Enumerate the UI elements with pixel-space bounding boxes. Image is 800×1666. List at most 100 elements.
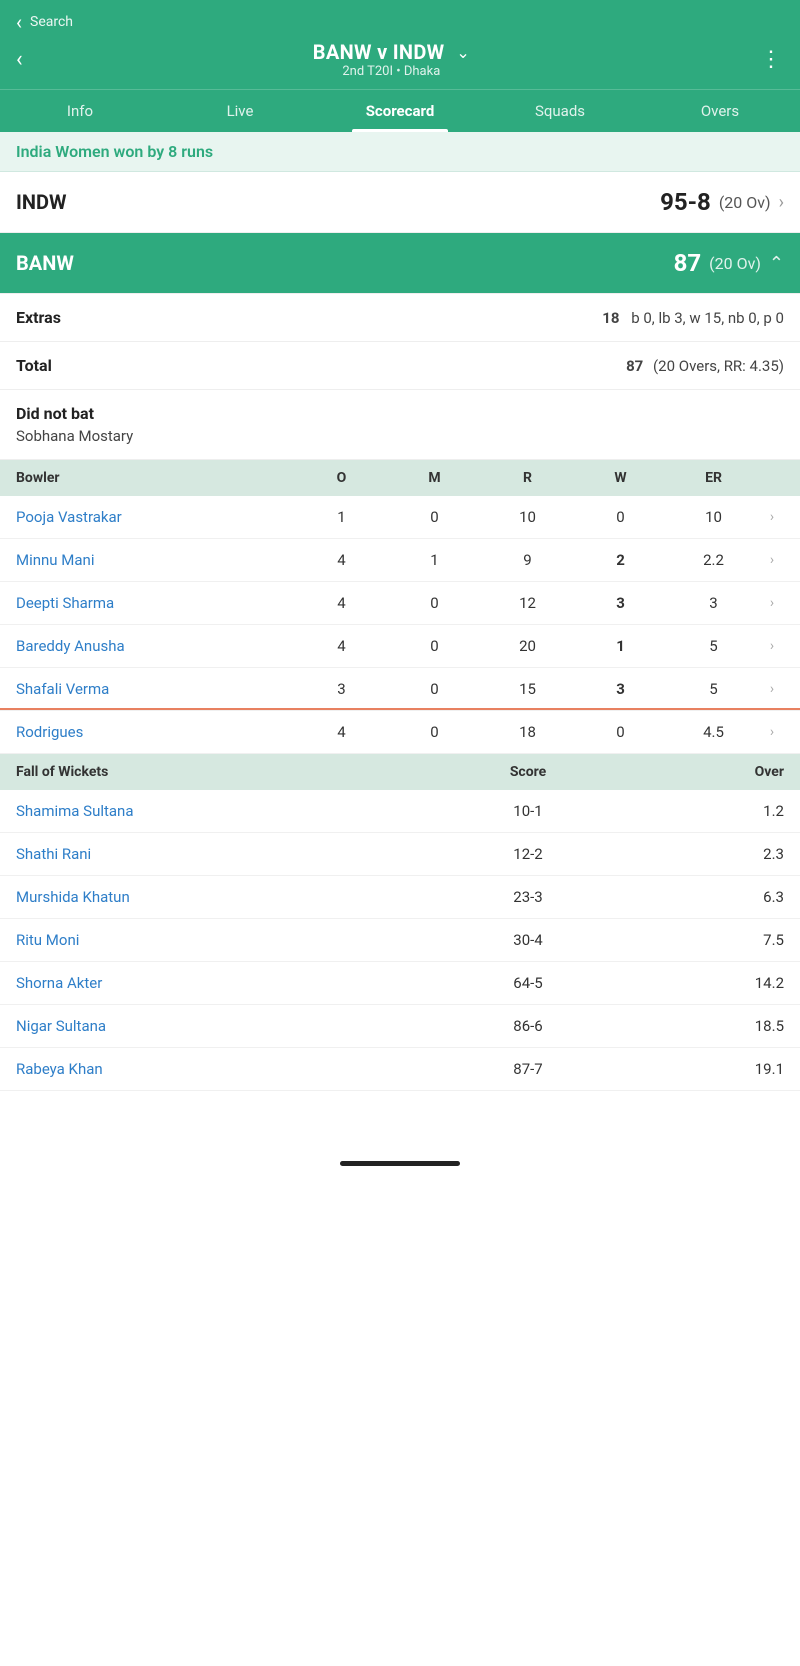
nav-tabs: Info Live Scorecard Squads Overs — [0, 89, 800, 132]
fow-player-3[interactable]: Ritu Moni — [16, 931, 400, 949]
search-link[interactable]: Search — [30, 14, 73, 30]
result-banner: India Women won by 8 runs — [0, 132, 800, 172]
bowler-4-o: 3 — [295, 680, 388, 698]
bowler-name-4[interactable]: Shafali Verma — [16, 680, 295, 698]
fow-score-5: 86-6 — [400, 1017, 656, 1035]
col-header-w: W — [574, 470, 667, 486]
total-value: 87 — [626, 357, 643, 375]
tab-squads[interactable]: Squads — [480, 90, 640, 132]
bowler-5-er: 4.5 — [667, 723, 760, 741]
bowler-2-r: 12 — [481, 594, 574, 612]
did-not-bat-label: Did not bat — [16, 404, 94, 423]
bowler-0-chevron[interactable]: › — [760, 509, 784, 525]
bowler-name-2[interactable]: Deepti Sharma — [16, 594, 295, 612]
bowler-row-1: Minnu Mani 4 1 9 2 2.2 › — [0, 539, 800, 582]
home-indicator — [0, 1151, 800, 1176]
fow-score-6: 87-7 — [400, 1060, 656, 1078]
bowler-1-chevron[interactable]: › — [760, 552, 784, 568]
extras-section: Extras 18 b 0, lb 3, w 15, nb 0, p 0 — [0, 294, 800, 342]
back-icon[interactable]: ‹ — [16, 10, 22, 34]
fow-row-4: Shorna Akter 64-5 14.2 — [0, 962, 800, 1005]
banw-chevron-icon: ⌃ — [769, 253, 784, 274]
left-arrow-icon[interactable]: ‹ — [16, 47, 23, 72]
bowler-0-r: 10 — [481, 508, 574, 526]
fow-row-0: Shamima Sultana 10-1 1.2 — [0, 790, 800, 833]
bowler-0-w: 0 — [574, 508, 667, 526]
fow-row-6: Rabeya Khan 87-7 19.1 — [0, 1048, 800, 1091]
total-overs-rr: (20 Overs, RR: 4.35) — [653, 357, 784, 375]
banw-score-row[interactable]: BANW 87 (20 Ov) ⌃ — [0, 233, 800, 294]
bowler-1-o: 4 — [295, 551, 388, 569]
tab-info[interactable]: Info — [0, 90, 160, 132]
dnb-player-0: Sobhana Mostary — [16, 427, 784, 445]
fow-row-3: Ritu Moni 30-4 7.5 — [0, 919, 800, 962]
bowler-2-w: 3 — [574, 594, 667, 612]
bowler-name-1[interactable]: Minnu Mani — [16, 551, 295, 569]
dropdown-icon[interactable]: ⌄ — [456, 43, 469, 62]
more-icon[interactable]: ⋮ — [760, 47, 784, 72]
bowler-5-r: 18 — [481, 723, 574, 741]
fow-player-6[interactable]: Rabeya Khan — [16, 1060, 400, 1078]
fow-header: Fall of Wickets Score Over — [0, 754, 800, 790]
bowler-3-chevron[interactable]: › — [760, 638, 784, 654]
bowler-0-m: 0 — [388, 508, 481, 526]
fow-over-6: 19.1 — [656, 1060, 784, 1078]
col-header-o: O — [295, 470, 388, 486]
fow-player-0[interactable]: Shamima Sultana — [16, 802, 400, 820]
indw-team-name: INDW — [16, 190, 66, 214]
total-detail: 87 (20 Overs, RR: 4.35) — [626, 357, 784, 375]
bowler-5-o: 4 — [295, 723, 388, 741]
indw-chevron-icon: › — [779, 192, 784, 213]
extras-value: 18 — [602, 309, 619, 327]
indw-score-value: 95-8 — [660, 188, 711, 216]
bowler-2-o: 4 — [295, 594, 388, 612]
match-subtitle: 2nd T20I • Dhaka — [23, 64, 760, 79]
match-title-row: ‹ BANW v INDW ⌄ 2nd T20I • Dhaka ⋮ — [16, 40, 784, 89]
fow-score-2: 23-3 — [400, 888, 656, 906]
bowler-name-3[interactable]: Bareddy Anusha — [16, 637, 295, 655]
bowler-name-0[interactable]: Pooja Vastrakar — [16, 508, 295, 526]
tab-overs[interactable]: Overs — [640, 90, 800, 132]
bowler-row-0: Pooja Vastrakar 1 0 10 0 10 › — [0, 496, 800, 539]
fow-over-3: 7.5 — [656, 931, 784, 949]
tab-scorecard[interactable]: Scorecard — [320, 90, 480, 132]
fow-player-5[interactable]: Nigar Sultana — [16, 1017, 400, 1035]
fow-player-2[interactable]: Murshida Khatun — [16, 888, 400, 906]
bowler-row-4: Shafali Verma 3 0 15 3 5 › — [0, 668, 800, 711]
banw-team-name: BANW — [16, 251, 74, 275]
bowler-0-o: 1 — [295, 508, 388, 526]
banw-score-value: 87 — [674, 249, 702, 277]
home-bar — [340, 1161, 460, 1166]
extras-label: Extras — [16, 308, 61, 327]
bowler-4-r: 15 — [481, 680, 574, 698]
indw-score-row[interactable]: INDW 95-8 (20 Ov) › — [0, 172, 800, 233]
fow-score-4: 64-5 — [400, 974, 656, 992]
indw-score: 95-8 (20 Ov) › — [660, 188, 784, 216]
bowler-4-m: 0 — [388, 680, 481, 698]
bowler-4-chevron[interactable]: › — [760, 681, 784, 697]
match-title: BANW v INDW — [313, 40, 445, 64]
fow-over-2: 6.3 — [656, 888, 784, 906]
fow-player-4[interactable]: Shorna Akter — [16, 974, 400, 992]
did-not-bat-section: Did not bat Sobhana Mostary — [0, 390, 800, 460]
search-back-row: ‹ Search — [16, 10, 784, 34]
bowler-name-5[interactable]: Rodrigues — [16, 723, 295, 741]
col-header-m: M — [388, 470, 481, 486]
top-bar: ‹ Search ‹ BANW v INDW ⌄ 2nd T20I • Dhak… — [0, 0, 800, 89]
bowling-table-header: Bowler O M R W ER — [0, 460, 800, 496]
indw-score-overs: (20 Ov) — [719, 193, 771, 212]
fow-over-1: 2.3 — [656, 845, 784, 863]
bowler-5-chevron[interactable]: › — [760, 724, 784, 740]
bowler-2-chevron[interactable]: › — [760, 595, 784, 611]
fow-col-header-player: Fall of Wickets — [16, 764, 400, 780]
total-row: Total 87 (20 Overs, RR: 4.35) — [16, 356, 784, 375]
bowler-3-w: 1 — [574, 637, 667, 655]
tab-live[interactable]: Live — [160, 90, 320, 132]
bowler-1-m: 1 — [388, 551, 481, 569]
bowler-row-3: Bareddy Anusha 4 0 20 1 5 › — [0, 625, 800, 668]
fow-col-header-score: Score — [400, 764, 656, 780]
fow-player-1[interactable]: Shathi Rani — [16, 845, 400, 863]
bowler-row-5: Rodrigues 4 0 18 0 4.5 › — [0, 711, 800, 754]
extras-breakdown: b 0, lb 3, w 15, nb 0, p 0 — [631, 309, 784, 327]
banw-score-overs: (20 Ov) — [709, 254, 761, 273]
